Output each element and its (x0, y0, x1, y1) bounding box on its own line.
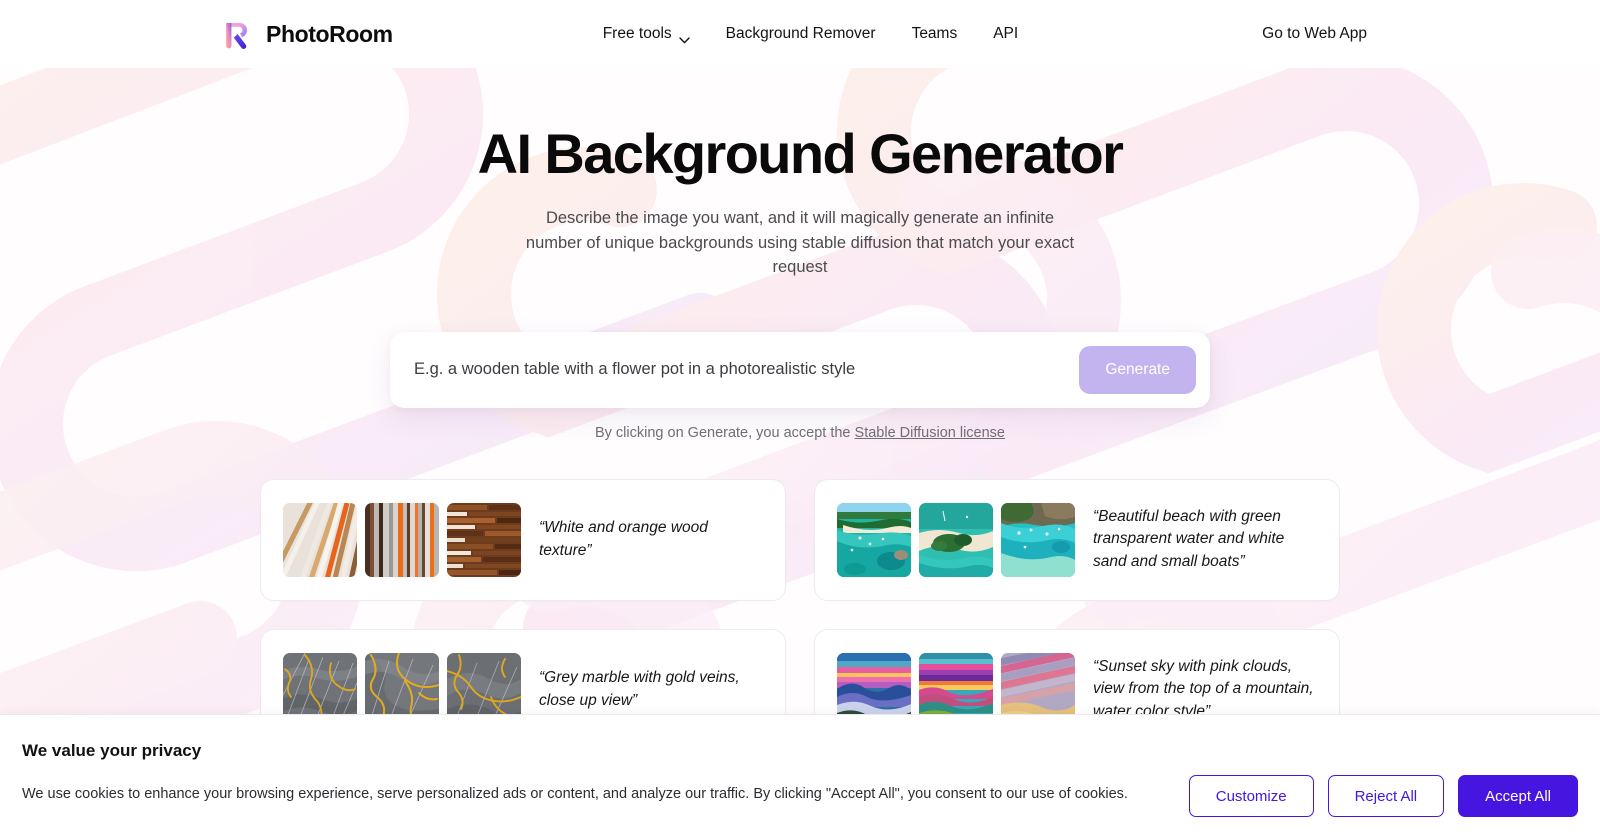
nav-item-free-tools[interactable]: Free tools (585, 17, 708, 51)
license-disclaimer: By clicking on Generate, you accept the … (0, 425, 1600, 441)
customize-cookies-button[interactable]: Customize (1188, 775, 1314, 817)
nav-item-teams[interactable]: Teams (894, 17, 976, 51)
thumbnail-beach-island-sandbar[interactable] (919, 502, 993, 577)
nav-item-label: API (993, 25, 1019, 42)
hero-section: AI Background Generator Describe the ima… (0, 68, 1600, 280)
thumbnail-beach-cove-cliffs-boats[interactable] (1001, 502, 1075, 577)
thumbnail-group (283, 502, 521, 577)
main-navigation: Free tools Background Remover Teams API (585, 17, 1036, 51)
thumbnail-beach-lagoon-turquoise-aerial[interactable] (837, 502, 911, 577)
reject-all-cookies-button[interactable]: Reject All (1327, 775, 1445, 817)
site-header: PhotoRoom Free tools Background Remover … (0, 0, 1600, 68)
example-card[interactable]: “Beautiful beach with green transparent … (814, 478, 1340, 601)
example-caption: “Grey marble with gold veins, close up v… (539, 669, 740, 709)
cookie-banner-text: We use cookies to enhance your browsing … (22, 786, 1128, 802)
example-prompts-grid: “White and orange wood texture” “Beautif… (260, 478, 1340, 751)
generate-button[interactable]: Generate (1079, 345, 1196, 394)
example-caption: “Beautiful beach with green transparent … (1093, 507, 1285, 570)
nav-item-label: Teams (911, 25, 958, 42)
hero-subtitle: Describe the image you want, and it will… (525, 209, 1075, 277)
nav-item-api[interactable]: API (975, 17, 1036, 51)
brand-name: PhotoRoom (266, 20, 393, 47)
cookie-banner-title: We value your privacy (22, 741, 202, 760)
cookie-banner-actions: Customize Reject All Accept All (1188, 775, 1578, 817)
license-disclaimer-text: By clicking on Generate, you accept the (594, 424, 855, 441)
page-title: AI Background Generator (477, 122, 1124, 185)
photoroom-r-logo-icon (222, 18, 254, 50)
go-to-web-app-link[interactable]: Go to Web App (1262, 25, 1367, 43)
prompt-input[interactable] (414, 360, 1080, 380)
thumbnail-wood-planks-white-orange-diagonal[interactable] (283, 502, 357, 577)
nav-item-label: Background Remover (725, 25, 876, 42)
stable-diffusion-license-link[interactable]: Stable Diffusion license (855, 425, 1005, 441)
nav-item-label: Free tools (602, 25, 672, 42)
thumbnail-group (837, 502, 1075, 577)
brand-logo-link[interactable]: PhotoRoom (222, 18, 393, 50)
example-caption: “White and orange wood texture” (539, 519, 708, 559)
accept-all-cookies-button[interactable]: Accept All (1458, 775, 1578, 817)
cookie-consent-banner: We value your privacy We use cookies to … (0, 714, 1600, 834)
prompt-bar: Generate (390, 331, 1210, 408)
nav-item-background-remover[interactable]: Background Remover (708, 17, 894, 51)
thumbnail-wood-parquet-horizontal-brown[interactable] (447, 502, 521, 577)
example-card[interactable]: “White and orange wood texture” (260, 478, 786, 601)
thumbnail-wood-stripes-vertical-orange[interactable] (365, 502, 439, 577)
chevron-down-icon (678, 31, 690, 43)
